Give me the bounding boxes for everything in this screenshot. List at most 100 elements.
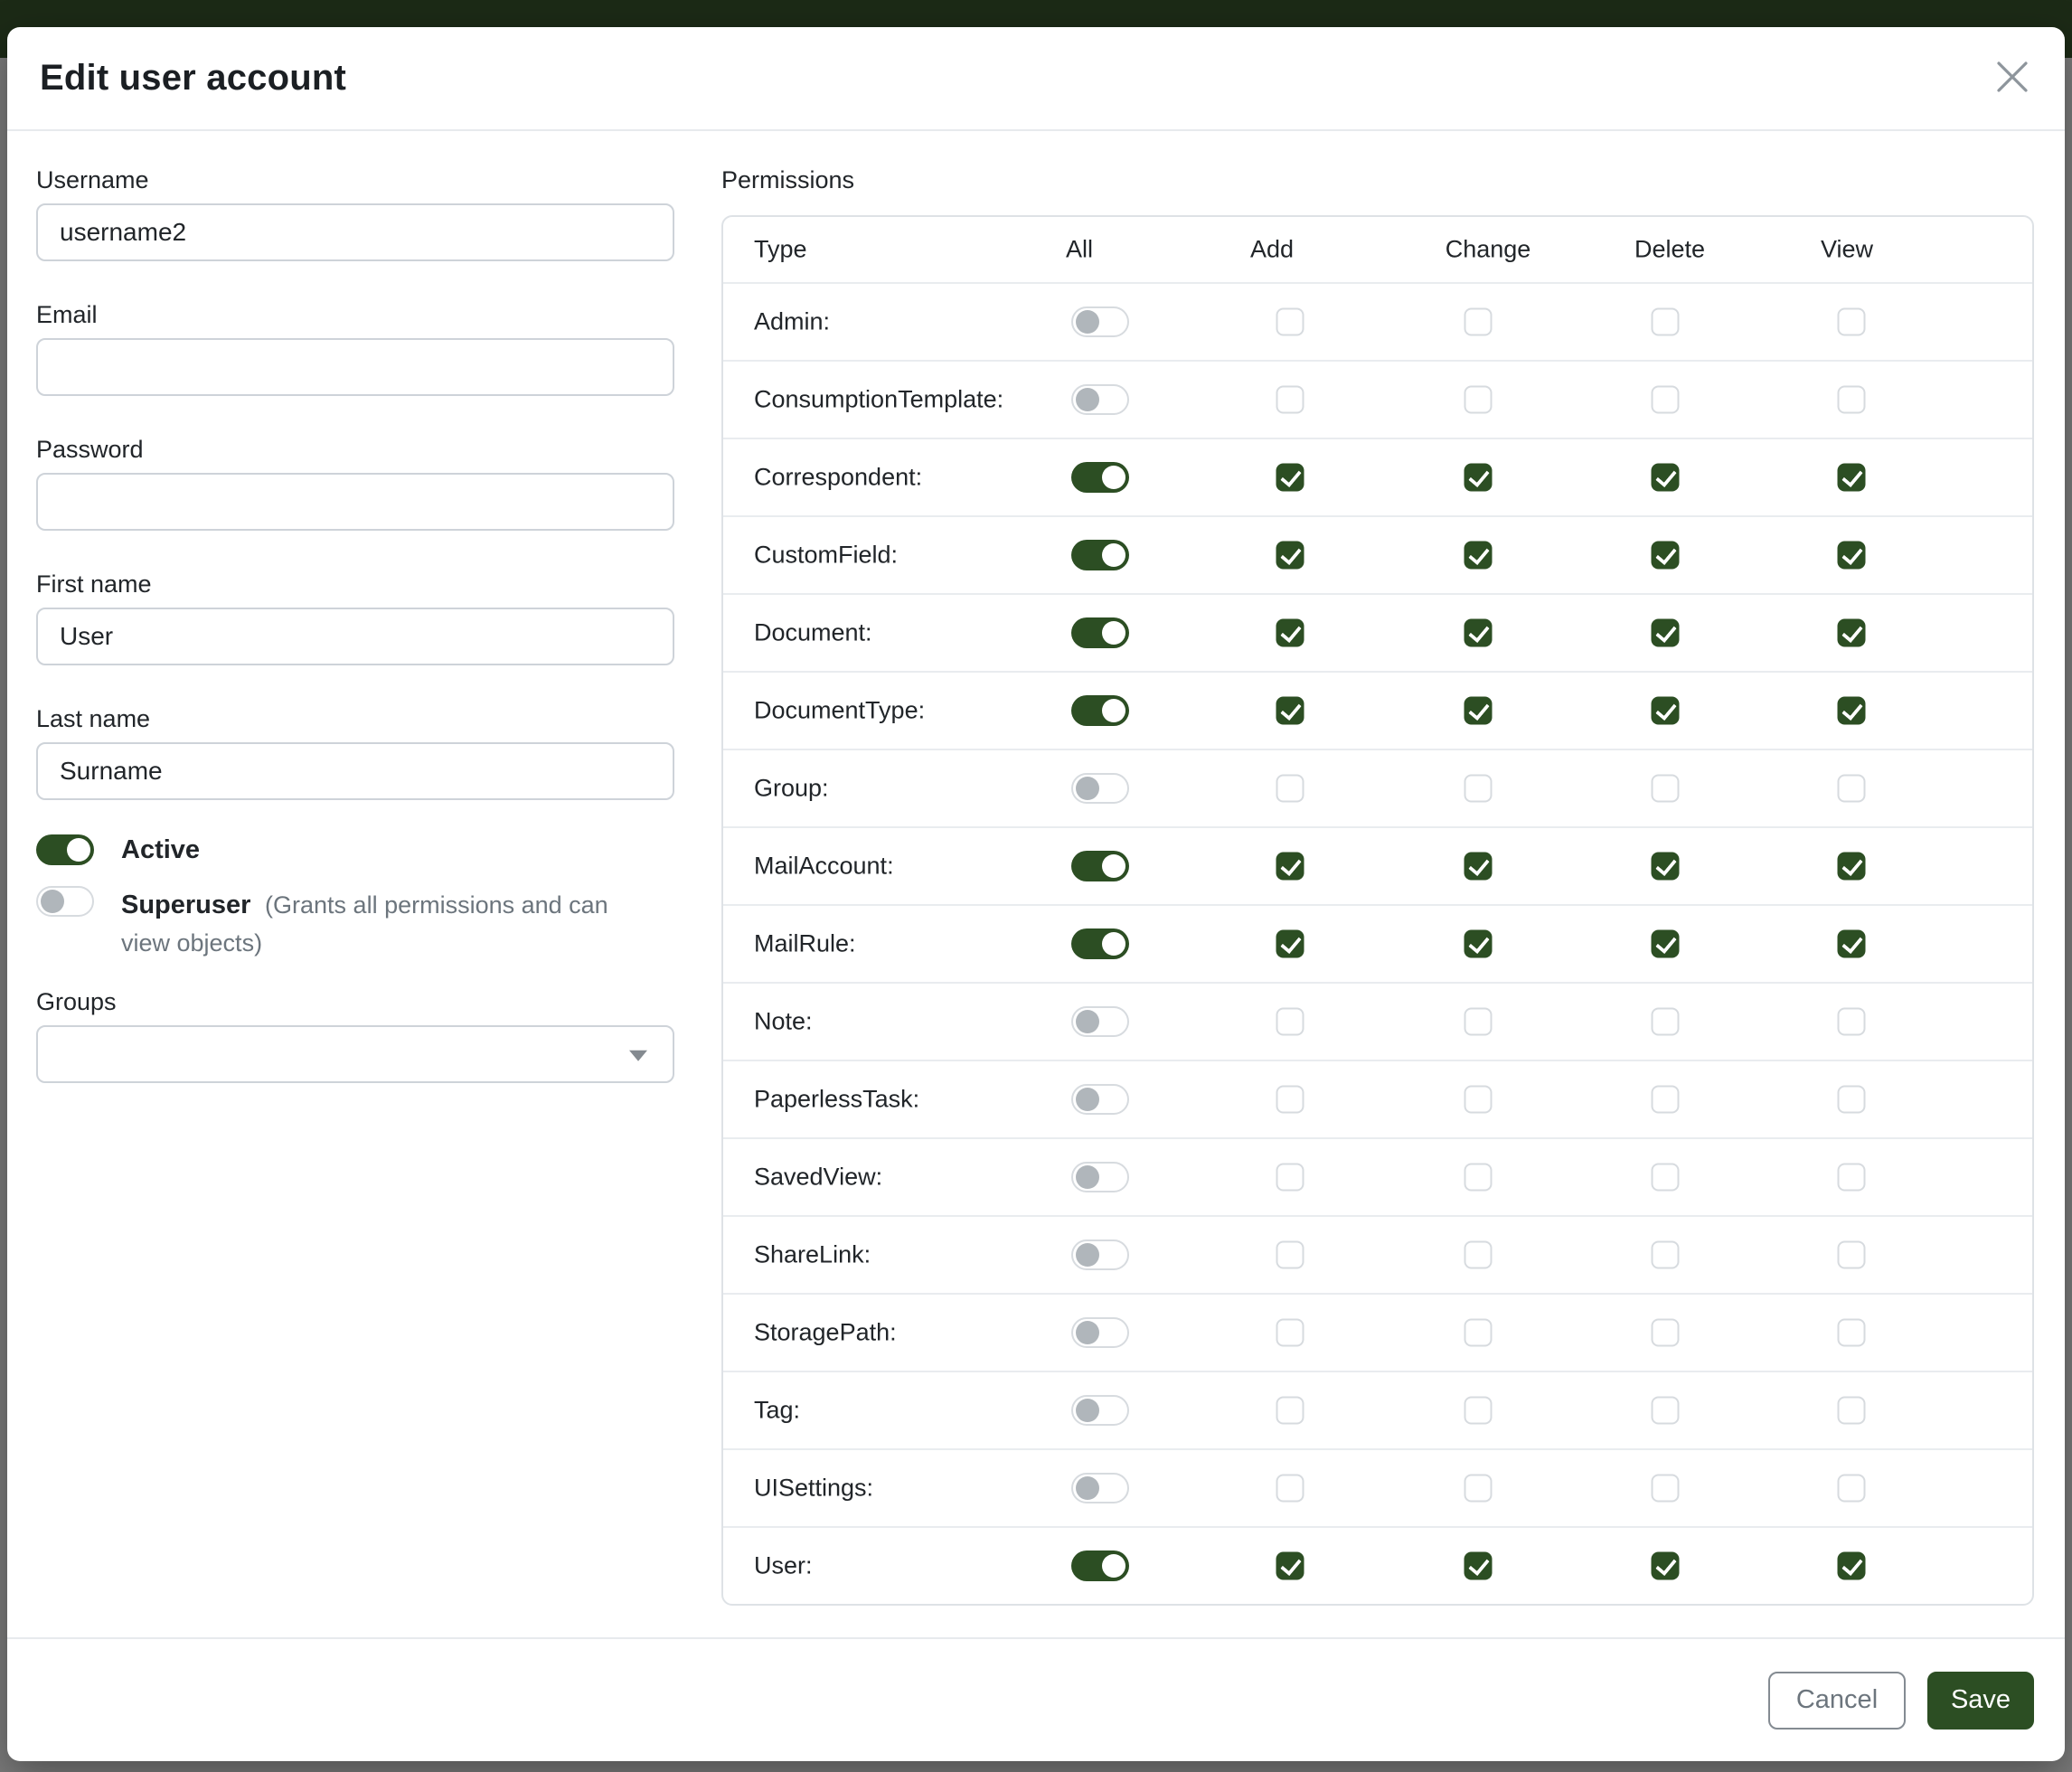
checkbox-change-note[interactable] <box>1465 1008 1493 1036</box>
permission-row-uisettings: UISettings: <box>723 1448 2032 1526</box>
checkbox-delete-savedview[interactable] <box>1652 1164 1680 1192</box>
toggle-all-user[interactable] <box>1071 1550 1129 1581</box>
toggle-all-customfield[interactable] <box>1071 540 1129 570</box>
active-toggle[interactable] <box>36 834 94 865</box>
checkbox-add-customfield[interactable] <box>1276 542 1304 570</box>
checkbox-add-correspondent[interactable] <box>1276 464 1304 492</box>
checkbox-view-paperlesstask[interactable] <box>1838 1086 1866 1114</box>
checkbox-delete-correspondent[interactable] <box>1652 464 1680 492</box>
checkbox-add-note[interactable] <box>1276 1008 1304 1036</box>
checkbox-add-consumptiontemplate[interactable] <box>1276 386 1304 414</box>
checkbox-change-customfield[interactable] <box>1465 542 1493 570</box>
column-header-view: View <box>1821 236 1873 264</box>
checkbox-change-tag[interactable] <box>1465 1397 1493 1425</box>
toggle-all-paperlesstask[interactable] <box>1071 1084 1129 1115</box>
checkbox-add-uisettings[interactable] <box>1276 1475 1304 1503</box>
checkbox-view-mailrule[interactable] <box>1838 930 1866 958</box>
checkbox-view-correspondent[interactable] <box>1838 464 1866 492</box>
checkbox-view-document[interactable] <box>1838 619 1866 647</box>
checkbox-view-storagepath[interactable] <box>1838 1319 1866 1347</box>
toggle-all-tag[interactable] <box>1071 1395 1129 1426</box>
checkbox-view-documenttype[interactable] <box>1838 697 1866 725</box>
toggle-all-uisettings[interactable] <box>1071 1473 1129 1503</box>
checkbox-change-mailaccount[interactable] <box>1465 853 1493 881</box>
email-input[interactable] <box>36 338 674 396</box>
close-button[interactable] <box>1992 59 2032 99</box>
checkbox-add-mailaccount[interactable] <box>1276 853 1304 881</box>
first-name-input[interactable] <box>36 608 674 665</box>
save-button[interactable]: Save <box>1927 1672 2034 1730</box>
toggle-all-group[interactable] <box>1071 773 1129 804</box>
toggle-all-correspondent[interactable] <box>1071 462 1129 493</box>
last-name-input[interactable] <box>36 742 674 800</box>
checkbox-add-paperlesstask[interactable] <box>1276 1086 1304 1114</box>
checkbox-change-storagepath[interactable] <box>1465 1319 1493 1347</box>
checkbox-change-group[interactable] <box>1465 775 1493 803</box>
checkbox-add-tag[interactable] <box>1276 1397 1304 1425</box>
checkbox-change-paperlesstask[interactable] <box>1465 1086 1493 1114</box>
toggle-all-sharelink[interactable] <box>1071 1239 1129 1270</box>
checkbox-change-savedview[interactable] <box>1465 1164 1493 1192</box>
checkbox-change-correspondent[interactable] <box>1465 464 1493 492</box>
toggle-all-admin[interactable] <box>1071 306 1129 337</box>
checkbox-delete-admin[interactable] <box>1652 308 1680 336</box>
password-input[interactable] <box>36 473 674 531</box>
toggle-knob <box>1102 466 1125 489</box>
checkbox-view-customfield[interactable] <box>1838 542 1866 570</box>
username-input[interactable] <box>36 203 674 261</box>
checkbox-delete-tag[interactable] <box>1652 1397 1680 1425</box>
checkbox-delete-mailrule[interactable] <box>1652 930 1680 958</box>
checkbox-delete-customfield[interactable] <box>1652 542 1680 570</box>
checkbox-view-group[interactable] <box>1838 775 1866 803</box>
checkbox-change-uisettings[interactable] <box>1465 1475 1493 1503</box>
checkbox-change-mailrule[interactable] <box>1465 930 1493 958</box>
checkbox-change-document[interactable] <box>1465 619 1493 647</box>
checkbox-add-document[interactable] <box>1276 619 1304 647</box>
toggle-all-mailrule[interactable] <box>1071 928 1129 959</box>
checkbox-delete-storagepath[interactable] <box>1652 1319 1680 1347</box>
checkbox-view-sharelink[interactable] <box>1838 1241 1866 1269</box>
checkbox-change-user[interactable] <box>1465 1552 1493 1580</box>
permissions-table-header: TypeAllAddChangeDeleteView <box>723 217 2032 282</box>
checkbox-delete-paperlesstask[interactable] <box>1652 1086 1680 1114</box>
checkbox-change-consumptiontemplate[interactable] <box>1465 386 1493 414</box>
checkbox-delete-user[interactable] <box>1652 1552 1680 1580</box>
checkbox-view-savedview[interactable] <box>1838 1164 1866 1192</box>
checkbox-view-tag[interactable] <box>1838 1397 1866 1425</box>
checkbox-delete-mailaccount[interactable] <box>1652 853 1680 881</box>
checkbox-delete-note[interactable] <box>1652 1008 1680 1036</box>
checkbox-add-mailrule[interactable] <box>1276 930 1304 958</box>
checkbox-change-documenttype[interactable] <box>1465 697 1493 725</box>
checkbox-view-uisettings[interactable] <box>1838 1475 1866 1503</box>
toggle-all-consumptiontemplate[interactable] <box>1071 384 1129 415</box>
checkbox-view-mailaccount[interactable] <box>1838 853 1866 881</box>
checkbox-delete-consumptiontemplate[interactable] <box>1652 386 1680 414</box>
checkbox-view-admin[interactable] <box>1838 308 1866 336</box>
toggle-all-mailaccount[interactable] <box>1071 851 1129 881</box>
toggle-all-documenttype[interactable] <box>1071 695 1129 726</box>
checkbox-delete-group[interactable] <box>1652 775 1680 803</box>
toggle-all-storagepath[interactable] <box>1071 1317 1129 1348</box>
checkbox-add-group[interactable] <box>1276 775 1304 803</box>
checkbox-add-documenttype[interactable] <box>1276 697 1304 725</box>
checkbox-add-savedview[interactable] <box>1276 1164 1304 1192</box>
checkbox-delete-documenttype[interactable] <box>1652 697 1680 725</box>
checkbox-add-user[interactable] <box>1276 1552 1304 1580</box>
toggle-all-savedview[interactable] <box>1071 1162 1129 1192</box>
checkbox-view-consumptiontemplate[interactable] <box>1838 386 1866 414</box>
checkbox-add-storagepath[interactable] <box>1276 1319 1304 1347</box>
checkbox-change-admin[interactable] <box>1465 308 1493 336</box>
checkbox-delete-document[interactable] <box>1652 619 1680 647</box>
checkbox-delete-sharelink[interactable] <box>1652 1241 1680 1269</box>
checkbox-add-sharelink[interactable] <box>1276 1241 1304 1269</box>
cancel-button[interactable]: Cancel <box>1768 1672 1906 1730</box>
checkbox-change-sharelink[interactable] <box>1465 1241 1493 1269</box>
checkbox-view-note[interactable] <box>1838 1008 1866 1036</box>
toggle-all-document[interactable] <box>1071 617 1129 648</box>
checkbox-add-admin[interactable] <box>1276 308 1304 336</box>
checkbox-delete-uisettings[interactable] <box>1652 1475 1680 1503</box>
toggle-all-note[interactable] <box>1071 1006 1129 1037</box>
superuser-toggle[interactable] <box>36 886 94 917</box>
checkbox-view-user[interactable] <box>1838 1552 1866 1580</box>
groups-select[interactable] <box>36 1025 674 1083</box>
